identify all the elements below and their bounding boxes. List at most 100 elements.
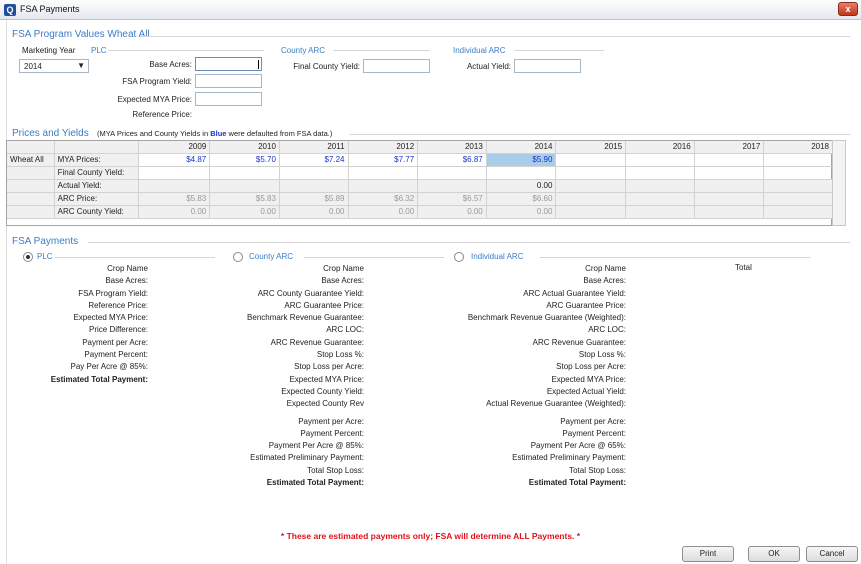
- year-header: 2018: [763, 141, 833, 154]
- table-cell[interactable]: [555, 153, 627, 167]
- table-cell: [694, 205, 765, 219]
- row-label: Final County Yield:: [54, 166, 139, 180]
- individual-label: Payment Per Acre @ 65%:: [530, 441, 626, 451]
- individual-label: Base Acres:: [583, 276, 626, 286]
- year-header: 2014: [486, 141, 557, 154]
- table-row: ARC Price: $5.83 $5.83 $5.89 $6.32 $6.57…: [7, 192, 833, 206]
- grid-corner: [7, 141, 55, 154]
- year-header: 2015: [555, 141, 627, 154]
- table-cell[interactable]: $7.77: [348, 153, 419, 167]
- county-label: Total Stop Loss:: [307, 465, 364, 475]
- table-row: Final County Yield:: [7, 166, 833, 180]
- county-label: Estimated Preliminary Payment:: [250, 453, 364, 463]
- county-label: ARC Revenue Guarantee:: [270, 337, 364, 347]
- table-cell[interactable]: 0.00: [486, 179, 557, 193]
- table-cell[interactable]: [209, 179, 280, 193]
- table-cell[interactable]: [348, 179, 419, 193]
- fsa-program-yield-input[interactable]: [195, 74, 262, 88]
- table-cell[interactable]: [138, 166, 211, 180]
- plc-reference-price-label: Reference Price:: [88, 300, 148, 310]
- marketing-year-select[interactable]: 2014 ▼: [19, 59, 89, 73]
- table-cell: $5.89: [279, 192, 349, 206]
- table-cell: 0.00: [138, 205, 211, 219]
- table-cell[interactable]: [763, 179, 833, 193]
- final-county-yield-input[interactable]: [363, 59, 430, 73]
- expected-mya-price-input[interactable]: [195, 92, 262, 106]
- table-cell-selected[interactable]: $5.90: [486, 153, 557, 167]
- marketing-year-value: 2014: [24, 62, 42, 71]
- plc-base-acres-label: Base Acres:: [105, 276, 148, 286]
- table-cell: $6.60: [486, 192, 557, 206]
- table-cell[interactable]: [279, 166, 349, 180]
- table-cell: [763, 205, 833, 219]
- grid-header-row: 2009 2010 2011 2012 2013 2014 2015 2016 …: [7, 141, 833, 154]
- individual-label: Stop Loss per Acre:: [556, 362, 626, 372]
- individual-arc-radio[interactable]: [454, 252, 464, 262]
- table-cell[interactable]: [417, 166, 487, 180]
- actual-yield-label: Actual Yield:: [466, 62, 511, 71]
- table-cell[interactable]: [694, 179, 765, 193]
- individual-label: ARC LOC:: [588, 325, 626, 335]
- marketing-year-label: Marketing Year: [22, 46, 76, 55]
- table-cell[interactable]: [625, 153, 695, 167]
- table-row: ARC County Yield: 0.00 0.00 0.00 0.00 0.…: [7, 205, 833, 219]
- county-arc-radio[interactable]: [233, 252, 243, 262]
- disclaimer-text: * These are estimated payments only; FSA…: [280, 531, 581, 541]
- cancel-button[interactable]: Cancel: [806, 546, 858, 562]
- year-header: 2017: [694, 141, 765, 154]
- county-label: Crop Name: [323, 264, 364, 273]
- table-cell[interactable]: [138, 179, 211, 193]
- individual-label: Expected Actual Yield:: [546, 386, 626, 396]
- table-cell: [625, 205, 695, 219]
- grid-scrollbar[interactable]: [832, 140, 846, 226]
- group-divider: [55, 257, 215, 258]
- row-label: MYA Prices:: [54, 153, 139, 167]
- base-acres-input[interactable]: [195, 57, 262, 71]
- table-cell[interactable]: [279, 179, 349, 193]
- individual-label: Payment Percent:: [562, 428, 626, 438]
- plc-pay-per-acre-85-label: Pay Per Acre @ 85%:: [70, 362, 149, 372]
- individual-arc-radio-label[interactable]: Individual ARC: [471, 252, 523, 261]
- table-cell[interactable]: $4.87: [138, 153, 211, 167]
- individual-label: Crop Name: [585, 264, 626, 273]
- table-cell[interactable]: $7.24: [279, 153, 349, 167]
- ok-button[interactable]: OK: [748, 546, 800, 562]
- table-cell[interactable]: $5.70: [209, 153, 280, 167]
- group-divider: [304, 257, 444, 258]
- table-cell[interactable]: [348, 166, 419, 180]
- section-divider: [140, 36, 850, 37]
- county-arc-results-labels: Crop Name Base Acres: ARC County Guarant…: [220, 263, 364, 489]
- plc-radio-label[interactable]: PLC: [37, 252, 53, 261]
- table-cell[interactable]: [625, 179, 695, 193]
- table-cell[interactable]: [625, 166, 695, 180]
- county-arc-radio-label[interactable]: County ARC: [249, 252, 293, 261]
- reference-price-label: Reference Price:: [132, 110, 192, 119]
- county-label: Stop Loss %:: [316, 350, 364, 360]
- crop-row-header: [7, 166, 55, 180]
- crop-row-header: Wheat All: [7, 153, 55, 167]
- individual-label: ARC Actual Guarantee Yield:: [523, 288, 626, 298]
- crop-row-header: [7, 179, 55, 193]
- table-cell[interactable]: [417, 179, 487, 193]
- table-cell[interactable]: [694, 153, 765, 167]
- table-cell[interactable]: [555, 166, 627, 180]
- table-row: Actual Yield: 0.00: [7, 179, 833, 193]
- individual-label: Total Stop Loss:: [569, 465, 626, 475]
- plc-payment-percent-label: Payment Percent:: [84, 350, 148, 360]
- table-cell[interactable]: [555, 179, 627, 193]
- table-cell[interactable]: [763, 153, 833, 167]
- table-cell: 0.00: [209, 205, 280, 219]
- table-cell: 0.00: [279, 205, 349, 219]
- print-button[interactable]: Print: [682, 546, 734, 562]
- actual-yield-input[interactable]: [514, 59, 581, 73]
- plc-radio[interactable]: [23, 252, 33, 262]
- table-cell[interactable]: [209, 166, 280, 180]
- table-cell[interactable]: $6.87: [417, 153, 487, 167]
- prices-yields-grid[interactable]: 2009 2010 2011 2012 2013 2014 2015 2016 …: [6, 140, 833, 226]
- close-button[interactable]: x: [838, 2, 858, 16]
- app-icon: Q: [4, 4, 16, 16]
- table-cell[interactable]: [763, 166, 833, 180]
- table-cell[interactable]: [694, 166, 765, 180]
- individual-label: ARC Guarantee Price:: [546, 300, 626, 310]
- table-cell[interactable]: [486, 166, 557, 180]
